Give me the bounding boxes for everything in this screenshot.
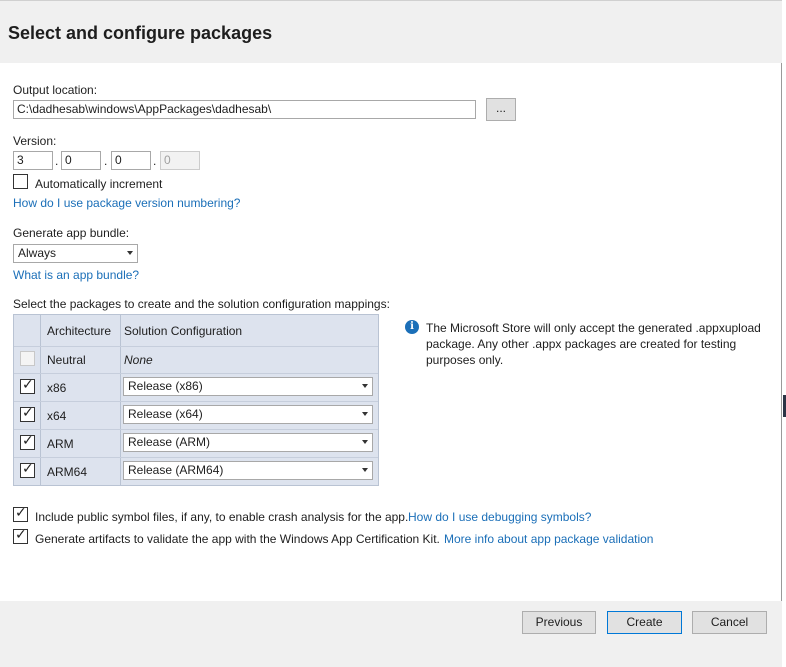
dialog-header: Select and configure packages xyxy=(0,0,782,63)
chevron-down-icon xyxy=(362,384,368,388)
version-major-input[interactable]: 3 xyxy=(13,151,53,170)
version-minor-input[interactable]: 0 xyxy=(61,151,101,170)
packages-label: Select the packages to create and the so… xyxy=(13,297,390,311)
package-checkbox-arm[interactable] xyxy=(20,433,35,450)
store-info-text: The Microsoft Store will only accept the… xyxy=(426,321,761,367)
auto-increment-checkbox[interactable] xyxy=(13,174,28,189)
configuration-neutral: None xyxy=(124,353,153,367)
architecture-arm64: ARM64 xyxy=(47,465,88,479)
architecture-header: Architecture xyxy=(47,324,112,338)
app-bundle-selected-value: Always xyxy=(18,246,57,260)
generate-artifacts-checkbox[interactable] xyxy=(13,527,28,544)
configuration-x64: Release (x64) xyxy=(128,407,203,421)
auto-increment-label: Automatically increment xyxy=(35,177,163,191)
architecture-x64: x64 xyxy=(47,409,67,423)
grid-divider xyxy=(40,315,41,485)
output-location-input[interactable]: C:\dadhesab\windows\AppPackages\dadhesab… xyxy=(13,100,476,119)
include-symbols-checkbox[interactable] xyxy=(13,505,28,522)
package-checkbox-arm64[interactable] xyxy=(20,461,35,478)
packages-grid: Architecture Solution Configuration Neut… xyxy=(13,314,379,486)
configuration-arm: Release (ARM) xyxy=(128,435,211,449)
app-bundle-label: Generate app bundle: xyxy=(13,226,130,240)
version-numbering-help-link[interactable]: How do I use package version numbering? xyxy=(13,196,240,210)
version-revision-input: 0 xyxy=(160,151,200,170)
chevron-down-icon xyxy=(362,440,368,444)
grid-divider xyxy=(14,373,378,374)
chevron-down-icon xyxy=(362,468,368,472)
architecture-arm: ARM xyxy=(47,437,74,451)
version-separator: . xyxy=(104,154,108,168)
cancel-button[interactable]: Cancel xyxy=(692,611,767,634)
create-button[interactable]: Create xyxy=(607,611,682,634)
info-icon: i xyxy=(405,320,419,334)
configuration-dropdown-arm[interactable]: Release (ARM) xyxy=(123,433,373,452)
package-validation-help-link[interactable]: More info about app package validation xyxy=(444,532,653,546)
chevron-down-icon xyxy=(362,412,368,416)
architecture-x86: x86 xyxy=(47,381,67,395)
grid-divider xyxy=(14,429,378,430)
package-checkbox-x64[interactable] xyxy=(20,405,35,422)
create-app-packages-dialog: Select and configure packages Output loc… xyxy=(0,0,782,667)
configuration-dropdown-x86[interactable]: Release (x86) xyxy=(123,377,373,396)
page-title: Select and configure packages xyxy=(8,23,273,43)
app-bundle-help-link[interactable]: What is an app bundle? xyxy=(13,268,139,282)
previous-button[interactable]: Previous xyxy=(522,611,596,634)
browse-button[interactable]: ... xyxy=(486,98,516,121)
version-label: Version: xyxy=(13,134,57,148)
architecture-neutral: Neutral xyxy=(47,353,86,367)
version-build-input[interactable]: 0 xyxy=(111,151,151,170)
generate-artifacts-label: Generate artifacts to validate the app w… xyxy=(35,532,440,546)
package-checkbox-neutral xyxy=(20,351,35,366)
include-symbols-label: Include public symbol files, if any, to … xyxy=(35,510,409,524)
configuration-dropdown-x64[interactable]: Release (x64) xyxy=(123,405,373,424)
grid-divider xyxy=(14,346,378,347)
grid-divider xyxy=(14,457,378,458)
configuration-dropdown-arm64[interactable]: Release (ARM64) xyxy=(123,461,373,480)
configuration-arm64: Release (ARM64) xyxy=(128,463,224,477)
grid-divider xyxy=(120,315,121,485)
app-bundle-dropdown[interactable]: Always xyxy=(13,244,138,263)
package-checkbox-x86[interactable] xyxy=(20,377,35,394)
configuration-header: Solution Configuration xyxy=(124,324,243,338)
version-separator: . xyxy=(55,154,59,168)
version-separator: . xyxy=(153,154,157,168)
grid-divider xyxy=(14,401,378,402)
output-location-label: Output location: xyxy=(13,83,98,97)
chevron-down-icon xyxy=(127,251,133,255)
debugging-symbols-help-link[interactable]: How do I use debugging symbols? xyxy=(408,510,591,524)
configuration-x86: Release (x86) xyxy=(128,379,203,393)
